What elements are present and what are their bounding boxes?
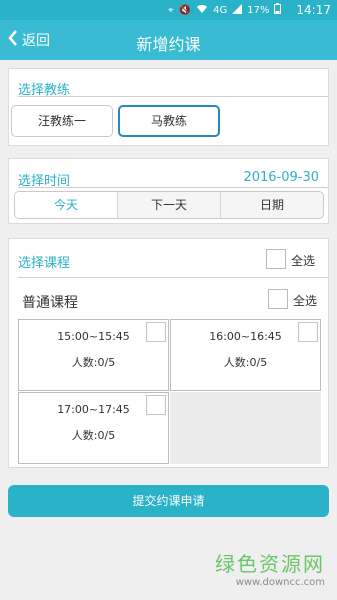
slot-checkbox[interactable] [298,322,318,342]
time-slot[interactable]: 16:00~16:45 人数:0/5 [170,319,321,391]
divider [18,187,328,188]
wifi-icon [196,4,208,19]
slot-count: 人数:0/5 [223,356,268,369]
status-icons: ⌖ 🔇 4G 17% [168,3,282,19]
coach-card: 选择教练 汪教练一 马教练 [8,68,329,146]
watermark-name: 绿色资源网 [215,552,325,576]
signal-icon [232,3,243,19]
coach-option-2[interactable]: 马教练 [118,105,220,137]
coach-option-1[interactable]: 汪教练一 [11,105,113,137]
location-icon: ⌖ [168,5,174,16]
date-segmented-control: 今天 下一天 日期 [14,191,324,219]
category-title: 普通课程 [22,295,78,311]
time-slot[interactable]: 15:00~15:45 人数:0/5 [18,319,169,391]
submit-button[interactable]: 提交约课申请 [8,485,329,517]
category-select-all-checkbox[interactable] [268,289,288,309]
watermark: 绿色资源网 www.downcc.com [215,548,325,588]
divider [18,277,328,278]
status-bar: ⌖ 🔇 4G 17% 14:17 [0,0,337,20]
tab-next-day[interactable]: 下一天 [117,192,220,218]
slot-count: 人数:0/5 [71,356,116,369]
select-all-label: 全选 [291,254,316,268]
time-slot[interactable]: 17:00~17:45 人数:0/5 [18,392,169,464]
category-select-all-label: 全选 [293,294,318,308]
tab-date[interactable]: 日期 [220,192,323,218]
network-type: 4G [213,5,228,16]
mute-icon: 🔇 [178,5,192,16]
slot-grid: 15:00~15:45 人数:0/5 16:00~16:45 人数:0/5 17… [18,319,321,464]
slot-checkbox[interactable] [146,322,166,342]
select-all-checkbox[interactable] [266,249,286,269]
time-card: 选择时间 2016-09-30 今天 下一天 日期 [8,158,329,224]
page-title: 新增约课 [136,35,201,54]
slot-checkbox[interactable] [146,395,166,415]
slot-count: 人数:0/5 [71,429,116,442]
tab-today[interactable]: 今天 [15,192,117,218]
selected-date: 2016-09-30 [243,170,319,185]
divider [18,96,328,97]
watermark-url: www.downcc.com [235,577,325,588]
battery-icon [274,3,282,19]
course-section-title: 选择课程 [18,256,71,271]
battery-percent: 17% [247,5,270,16]
course-card: 选择课程 全选 普通课程 全选 15:00~15:45 人数:0/5 16:00… [8,238,329,468]
header-bar: 返回 新增约课 [0,20,337,60]
empty-slot [170,392,321,464]
status-time: 14:17 [296,3,331,17]
